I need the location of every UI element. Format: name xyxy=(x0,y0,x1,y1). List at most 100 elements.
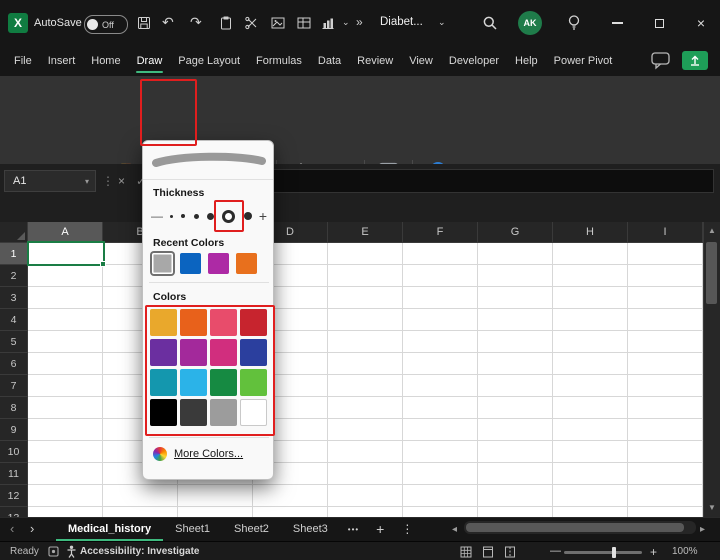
recent-color-swatch[interactable] xyxy=(152,253,173,274)
column-header-f[interactable]: F xyxy=(403,222,478,242)
autosave-toggle[interactable]: Off xyxy=(84,15,128,34)
thickness-option[interactable] xyxy=(181,214,186,218)
column-header-g[interactable]: G xyxy=(478,222,553,242)
search-icon[interactable] xyxy=(482,15,498,31)
zoom-out-icon[interactable]: — xyxy=(550,545,561,557)
row-header-1[interactable]: 1 xyxy=(0,243,28,265)
scroll-down-icon[interactable]: ▼ xyxy=(708,503,716,512)
row-header-9[interactable]: 9 xyxy=(0,419,28,441)
lightbulb-icon[interactable] xyxy=(566,14,582,32)
normal-view-icon[interactable] xyxy=(460,546,472,558)
hscroll-right-icon[interactable]: ▸ xyxy=(700,524,705,535)
excel-logo-icon: X xyxy=(8,13,28,33)
fill-handle[interactable] xyxy=(100,261,106,267)
menu-tab-home[interactable]: Home xyxy=(83,46,128,76)
share-button[interactable] xyxy=(682,51,708,70)
zoom-in-icon[interactable]: + xyxy=(650,545,657,559)
row-header-13[interactable]: 13 xyxy=(0,507,28,517)
menu-tab-page-layout[interactable]: Page Layout xyxy=(170,46,248,76)
cell-grid[interactable] xyxy=(28,243,703,517)
sheet-tab-sheet1[interactable]: Sheet1 xyxy=(163,518,222,541)
add-sheet-icon[interactable]: + xyxy=(367,518,393,541)
clipboard-icon[interactable] xyxy=(218,15,234,31)
horizontal-scroll-thumb[interactable] xyxy=(466,523,684,532)
close-button[interactable]: × xyxy=(682,0,720,46)
hscroll-left-icon[interactable]: ◂ xyxy=(452,524,457,535)
recent-color-swatch[interactable] xyxy=(208,253,229,274)
name-box-chevron-icon[interactable]: ▾ xyxy=(85,177,89,186)
comments-icon[interactable] xyxy=(650,51,672,70)
column-header-e[interactable]: E xyxy=(328,222,403,242)
sheet-overflow-icon[interactable]: ••• xyxy=(340,518,367,541)
row-header-3[interactable]: 3 xyxy=(0,287,28,309)
picture-icon[interactable] xyxy=(270,15,286,31)
accessibility-status[interactable]: Accessibility: Investigate xyxy=(80,546,200,557)
cancel-entry-icon[interactable]: × xyxy=(118,174,125,188)
excel-window: X AutoSave Off ↶ ↷ ⌄ » Diabet... ⌄ AK × … xyxy=(0,0,720,560)
select-all-corner[interactable] xyxy=(0,222,28,243)
thickness-increase-icon[interactable]: + xyxy=(259,208,267,224)
menu-tab-formulas[interactable]: Formulas xyxy=(248,46,310,76)
sheet-menu-icon[interactable]: ⋮ xyxy=(393,518,421,541)
menu-divider xyxy=(149,282,269,283)
menu-tab-help[interactable]: Help xyxy=(507,46,546,76)
row-header-7[interactable]: 7 xyxy=(0,375,28,397)
vertical-scroll-thumb[interactable] xyxy=(706,242,717,304)
thickness-option[interactable] xyxy=(193,213,199,219)
column-header-h[interactable]: H xyxy=(553,222,628,242)
table-icon[interactable] xyxy=(296,15,312,31)
maximize-button[interactable] xyxy=(640,0,678,46)
autosave-state: Off xyxy=(102,19,114,30)
sheet-tab-sheet3[interactable]: Sheet3 xyxy=(281,518,340,541)
cut-icon[interactable] xyxy=(244,15,260,31)
zoom-level[interactable]: 100% xyxy=(672,546,698,557)
qat-overflow-icon[interactable]: » xyxy=(356,15,363,29)
menu-tab-review[interactable]: Review xyxy=(349,46,401,76)
chart-icon[interactable] xyxy=(320,15,336,31)
thickness-decrease-icon[interactable]: — xyxy=(151,209,163,223)
menu-tab-file[interactable]: File xyxy=(6,46,40,76)
selected-cell-a1[interactable] xyxy=(27,241,105,266)
sheet-nav-right-icon[interactable]: › xyxy=(30,521,34,536)
thickness-option[interactable] xyxy=(170,214,173,218)
menu-tab-view[interactable]: View xyxy=(401,46,441,76)
sheet-tab-sheet2[interactable]: Sheet2 xyxy=(222,518,281,541)
menu-tab-power-pivot[interactable]: Power Pivot xyxy=(546,46,621,76)
name-box-value: A1 xyxy=(13,175,27,187)
macro-record-icon[interactable] xyxy=(48,546,59,557)
row-header-11[interactable]: 11 xyxy=(0,463,28,485)
scroll-up-icon[interactable]: ▲ xyxy=(708,226,716,235)
row-header-2[interactable]: 2 xyxy=(0,265,28,287)
document-title-chevron-icon[interactable]: ⌄ xyxy=(438,17,446,28)
thickness-option[interactable] xyxy=(243,212,252,220)
row-header-8[interactable]: 8 xyxy=(0,397,28,419)
minimize-button[interactable] xyxy=(598,0,636,46)
document-title[interactable]: Diabet... xyxy=(380,16,423,28)
zoom-slider-knob[interactable] xyxy=(612,547,616,558)
recent-color-swatch[interactable] xyxy=(180,253,201,274)
save-icon[interactable] xyxy=(136,15,152,31)
sheet-nav-left-icon[interactable]: ‹ xyxy=(10,521,14,536)
menu-tab-insert[interactable]: Insert xyxy=(40,46,84,76)
page-break-view-icon[interactable] xyxy=(504,546,516,558)
undo-icon[interactable]: ↶ xyxy=(162,14,174,31)
qat-chevron-down-icon[interactable]: ⌄ xyxy=(342,17,350,28)
recent-color-swatch[interactable] xyxy=(236,253,257,274)
row-header-5[interactable]: 5 xyxy=(0,331,28,353)
menu-tab-draw[interactable]: Draw xyxy=(129,46,171,76)
row-header-6[interactable]: 6 xyxy=(0,353,28,375)
name-box[interactable]: A1 ▾ xyxy=(4,170,96,192)
more-colors-item[interactable]: More Colors... xyxy=(153,447,243,461)
column-header-i[interactable]: I xyxy=(628,222,703,242)
menu-tab-data[interactable]: Data xyxy=(310,46,349,76)
menu-tab-developer[interactable]: Developer xyxy=(441,46,507,76)
sheet-tab-medical_history[interactable]: Medical_history xyxy=(56,518,164,541)
user-avatar[interactable]: AK xyxy=(518,11,542,35)
row-header-10[interactable]: 10 xyxy=(0,441,28,463)
row-header-4[interactable]: 4 xyxy=(0,309,28,331)
zoom-slider[interactable] xyxy=(564,551,642,554)
column-header-a[interactable]: A xyxy=(28,222,103,242)
row-header-12[interactable]: 12 xyxy=(0,485,28,507)
page-layout-view-icon[interactable] xyxy=(482,546,494,558)
redo-icon[interactable]: ↷ xyxy=(190,14,202,31)
